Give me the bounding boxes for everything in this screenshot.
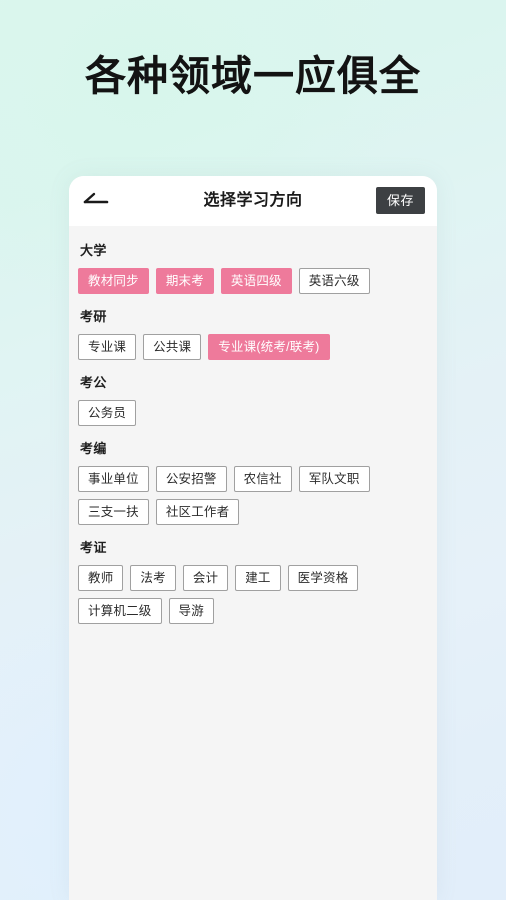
direction-group: 考研专业课 公共课 专业课(统考/联考): [78, 306, 428, 360]
direction-groups-list[interactable]: 大学教材同步 期末考 英语四级 英语六级考研专业课 公共课 专业课(统考/联考) 考公公务员…: [69, 226, 437, 900]
save-button[interactable]: 保存: [375, 187, 425, 214]
group-title: 考研: [80, 309, 107, 324]
chip[interactable]: 导游: [168, 598, 214, 624]
chip-row: 教师 法考 会计 建工 医学资格计算机二级 导游: [78, 565, 428, 624]
chip[interactable]: 会计: [182, 565, 229, 591]
direction-group: 考公 公务员: [78, 372, 428, 426]
chip-selected[interactable]: 英语四级: [220, 268, 292, 294]
chip[interactable]: 计算机二级: [78, 598, 162, 624]
app-header: 选择学习方向 保存: [69, 176, 437, 226]
chip[interactable]: 教师: [78, 565, 124, 591]
promo-page: 各种领域一应俱全 选择学习方向 保存 大学教材同步 期末考 英语四级 英语六级考研专业…: [0, 0, 506, 900]
app-screen-panel: 选择学习方向 保存 大学教材同步 期末考 英语四级 英语六级考研专业课 公共课 专业课(统…: [69, 176, 437, 900]
group-title: 考编: [80, 441, 107, 456]
direction-group: 考证教师 法考 会计 建工 医学资格计算机二级 导游: [78, 537, 428, 624]
promo-headline: 各种领域一应俱全: [85, 53, 421, 99]
chip[interactable]: 三支一扶: [78, 499, 149, 525]
chip-row: 公务员: [78, 400, 428, 426]
chip[interactable]: 社区工作者: [155, 499, 240, 525]
chip-row: 专业课 公共课 专业课(统考/联考): [78, 334, 428, 360]
chip[interactable]: 专业课: [78, 334, 137, 360]
chip[interactable]: 军队文职: [298, 466, 370, 492]
chip-row: 教材同步 期末考 英语四级 英语六级: [78, 268, 428, 294]
chip[interactable]: 公安招警: [155, 466, 227, 492]
chip-row: 事业单位 公安招警 农信社 军队文职三支一扶 社区工作者: [78, 466, 428, 525]
group-title: 大学: [80, 243, 107, 258]
chip[interactable]: 农信社: [233, 466, 292, 492]
chip[interactable]: 英语六级: [298, 268, 370, 294]
chip[interactable]: 事业单位: [78, 466, 149, 492]
chip[interactable]: 法考: [130, 565, 176, 591]
chip-selected[interactable]: 教材同步: [78, 268, 149, 294]
chip[interactable]: 建工: [235, 565, 281, 591]
chip-selected[interactable]: 期末考: [155, 268, 214, 294]
direction-group: 考编事业单位 公安招警 农信社 军队文职三支一扶 社区工作者: [78, 438, 428, 525]
chip[interactable]: 医学资格: [287, 565, 359, 591]
direction-group: 大学教材同步 期末考 英语四级 英语六级: [78, 240, 428, 294]
chip-selected[interactable]: 专业课(统考/联考): [208, 334, 330, 360]
chip[interactable]: 公务员: [78, 400, 137, 426]
group-title: 考证: [80, 540, 107, 555]
group-title: 考公: [80, 375, 107, 390]
chip[interactable]: 公共课: [143, 334, 202, 360]
